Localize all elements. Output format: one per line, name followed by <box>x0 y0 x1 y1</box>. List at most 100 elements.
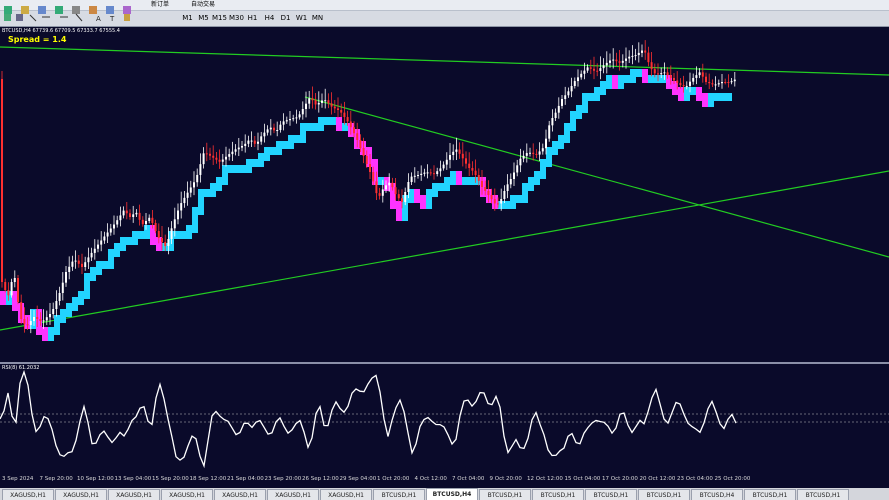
candle-body <box>372 172 375 182</box>
candle-body <box>1 79 3 282</box>
chart-tab[interactable]: BTCUSD,H1 <box>638 489 690 500</box>
timeframe-d1-button[interactable]: D1 <box>278 12 293 24</box>
chart-tab[interactable]: BTCUSD,H4 <box>426 488 478 500</box>
trend-cloud-segment <box>312 123 318 131</box>
time-axis-label: 26 Sep 12:00 <box>302 476 339 482</box>
timeframe-m15-button[interactable]: M15 <box>212 12 227 24</box>
candle-body <box>183 197 186 204</box>
chart-tab[interactable]: BTCUSD,H4 <box>691 489 743 500</box>
trend-cloud-segment <box>444 177 450 191</box>
candle-body <box>532 152 535 154</box>
chart-tab[interactable]: XAGUSD,H1 <box>214 489 266 500</box>
candle-body <box>289 119 291 121</box>
timeframe-h4-button[interactable]: H4 <box>262 12 277 24</box>
timeframe-m5-button[interactable]: M5 <box>196 12 211 24</box>
candle-body <box>90 252 93 258</box>
timeframe-w1-button[interactable]: W1 <box>294 12 309 24</box>
chart-tab[interactable]: XAGUSD,H1 <box>267 489 319 500</box>
time-axis-label: 3 Sep 2024 <box>2 476 34 482</box>
trendline-resistance[interactable] <box>304 96 889 258</box>
trend-cloud-segment <box>570 111 576 131</box>
profiles-icon[interactable] <box>38 6 46 14</box>
tester-icon[interactable] <box>123 6 131 14</box>
candle-body <box>157 231 160 238</box>
spread-label: Spread = 1.4 <box>8 35 67 44</box>
terminal-icon[interactable] <box>106 6 114 14</box>
trend-cloud-segment <box>144 225 150 239</box>
navigator-icon[interactable] <box>89 6 97 14</box>
candle-body <box>199 164 202 175</box>
candle-body <box>49 314 51 318</box>
chart-tab[interactable]: BTCUSD,H1 <box>744 489 796 500</box>
candle-body <box>660 73 663 75</box>
time-axis-label: 15 Sep 20:00 <box>152 476 189 482</box>
candle-body <box>397 194 400 199</box>
candle-body <box>77 260 80 264</box>
candle-body <box>7 290 10 296</box>
chart-tab[interactable]: XAGUSD,H1 <box>320 489 372 500</box>
trend-cloud-segment <box>252 159 258 167</box>
timeframe-mn-button[interactable]: MN <box>310 12 325 24</box>
chart-tab[interactable]: XAGUSD,H1 <box>108 489 160 500</box>
timeframe-m1-button[interactable]: M1 <box>180 12 195 24</box>
time-axis-label: 23 Sep 20:00 <box>264 476 302 482</box>
candle-body <box>500 199 503 204</box>
candle-body <box>689 81 691 86</box>
candle-body <box>625 58 627 61</box>
candle-body <box>410 176 413 182</box>
candle-body <box>276 130 279 131</box>
candle-body <box>42 320 45 322</box>
candle-body <box>529 152 531 154</box>
timeframe-m30-button[interactable]: M30 <box>229 12 244 24</box>
candle-body <box>202 153 205 165</box>
candle-body <box>557 105 560 113</box>
chart-tab[interactable]: BTCUSD,H1 <box>532 489 584 500</box>
trend-cloud-segment <box>420 195 426 209</box>
candle-body <box>295 117 298 119</box>
chart-tab[interactable]: BTCUSD,H1 <box>585 489 637 500</box>
candle-body <box>481 181 483 187</box>
trendline-top[interactable] <box>0 46 889 76</box>
open-icon[interactable] <box>21 6 29 14</box>
candle-body <box>407 182 410 192</box>
time-axis-label: 21 Sep 04:00 <box>227 476 264 482</box>
candle-body <box>212 155 215 158</box>
candle-body <box>23 319 26 325</box>
trend-cloud-segment <box>96 261 102 275</box>
candle-body <box>36 317 39 319</box>
chart-tab[interactable]: BTCUSD,H1 <box>373 489 425 500</box>
chart-tab[interactable]: XAGUSD,H1 <box>55 489 107 500</box>
candle-body <box>705 76 707 82</box>
new-order-button[interactable]: 新订单 <box>148 0 172 11</box>
candle-body <box>260 136 263 142</box>
chart-tab[interactable]: BTCUSD,H1 <box>797 489 849 500</box>
candle-body <box>266 129 269 133</box>
price-chart-canvas[interactable] <box>0 27 889 362</box>
new-chart-icon[interactable] <box>4 6 12 14</box>
candle-body <box>637 52 640 56</box>
price-chart[interactable] <box>0 27 889 362</box>
trend-cloud-segment <box>726 93 732 101</box>
data-window-icon[interactable] <box>72 6 80 14</box>
rsi-canvas[interactable] <box>0 364 889 474</box>
candle-body <box>586 67 589 71</box>
timeframe-h1-button[interactable]: H1 <box>245 12 260 24</box>
candle-body <box>573 81 576 86</box>
candle-body <box>497 203 499 205</box>
candle-body <box>692 77 695 82</box>
candle-body <box>13 278 16 282</box>
candle-body <box>273 127 275 131</box>
candle-body <box>701 72 704 77</box>
chart-tab[interactable]: XAGUSD,H1 <box>2 489 54 500</box>
chart-tab[interactable]: XAGUSD,H1 <box>161 489 213 500</box>
trend-cloud-segment <box>90 267 96 281</box>
autotrading-button[interactable]: 自动交易 <box>190 0 216 11</box>
candle-body <box>247 140 250 144</box>
market-watch-icon[interactable] <box>55 6 63 14</box>
chart-tab[interactable]: BTCUSD,H1 <box>479 489 531 500</box>
rsi-subwindow[interactable] <box>0 364 889 474</box>
trend-cloud-segment <box>534 171 540 185</box>
toolbar-icon-strip[interactable] <box>0 5 889 15</box>
candle-body <box>698 72 701 76</box>
trendline-support[interactable] <box>0 170 889 331</box>
